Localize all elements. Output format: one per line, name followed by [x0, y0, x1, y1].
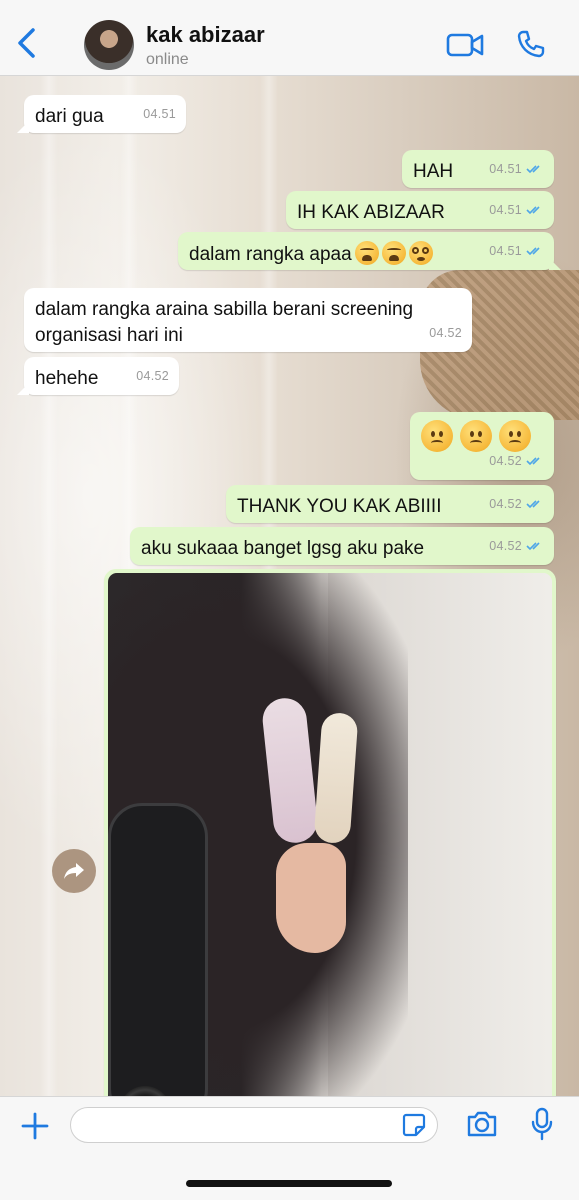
wallpaper-curtain-fold: [40, 76, 58, 1096]
camera-icon[interactable]: [466, 1109, 498, 1139]
message-time: 04.52: [489, 539, 522, 553]
message-bubble-outgoing[interactable]: THANK YOU KAK ABIIII 04.52: [226, 485, 554, 523]
message-meta: 04.51: [143, 101, 176, 127]
message-meta: 04.52: [429, 320, 462, 346]
slightly-frowning-face-emoji-icon: [460, 420, 492, 452]
message-time: 04.52: [489, 454, 522, 468]
avatar[interactable]: [84, 20, 134, 70]
message-meta: 04.51: [489, 197, 544, 223]
read-ticks-icon: [526, 165, 540, 174]
message-time: 04.52: [429, 326, 462, 340]
message-time: 04.51: [489, 244, 522, 258]
message-bubble-outgoing[interactable]: aku sukaaa banget lgsg aku pake 04.52: [130, 527, 554, 565]
message-meta: 04.51: [489, 238, 544, 264]
weary-face-emoji-icon: [354, 241, 379, 265]
message-text: hehehe: [35, 368, 99, 389]
message-meta: 04.52: [136, 363, 169, 389]
message-text-line: dalam rangka araina sabilla berani scree…: [35, 299, 414, 320]
back-chevron-icon[interactable]: [14, 26, 40, 60]
message-meta: 04.52: [489, 448, 544, 474]
read-ticks-icon: [526, 206, 540, 215]
message-time: 04.52: [489, 497, 522, 511]
message-meta: 04.52: [489, 491, 544, 517]
message-time: 04.51: [489, 203, 522, 217]
message-time: 04.52: [136, 369, 169, 383]
message-bubble-outgoing[interactable]: HAH 04.51: [402, 150, 554, 188]
message-input[interactable]: [70, 1107, 438, 1143]
photo-image[interactable]: [108, 573, 552, 1105]
message-meta: 04.52: [489, 533, 544, 559]
message-bubble-outgoing[interactable]: 04.52: [410, 412, 554, 480]
message-meta: 04.51: [489, 156, 544, 182]
read-ticks-icon: [526, 500, 540, 509]
photo-message[interactable]: [104, 569, 556, 1109]
phone-case: [108, 803, 208, 1105]
message-text: IH KAK ABIZAAR: [297, 202, 445, 223]
read-ticks-icon: [526, 457, 540, 466]
message-text: dari gua: [35, 106, 104, 127]
message-bubble-incoming[interactable]: hehehe 04.52: [17, 357, 179, 395]
weary-face-emoji-icon: [381, 241, 406, 265]
message-time: 04.51: [489, 162, 522, 176]
forward-button[interactable]: [52, 849, 96, 893]
message-bubble-outgoing[interactable]: dalam rangka apaa 04.51: [178, 232, 561, 270]
message-text: dalam rangka apaa: [189, 244, 352, 265]
plus-icon[interactable]: [20, 1111, 50, 1141]
home-indicator[interactable]: [186, 1180, 392, 1187]
message-bubble-incoming[interactable]: dari gua 04.51: [17, 95, 186, 133]
contact-name[interactable]: kak abizaar: [146, 22, 265, 48]
microphone-icon[interactable]: [530, 1107, 554, 1141]
slightly-frowning-face-emoji-icon: [421, 420, 453, 452]
read-ticks-icon: [526, 247, 540, 256]
message-text: HAH: [413, 161, 454, 182]
message-bubble-incoming[interactable]: dalam rangka araina sabilla berani scree…: [24, 288, 472, 352]
phone-call-icon[interactable]: [516, 29, 546, 59]
message-text: aku sukaaa banget lgsg aku pake: [141, 538, 425, 559]
chat-header: kak abizaar online: [0, 0, 579, 76]
dizzy-face-emoji-icon: [408, 241, 433, 265]
message-text-line: organisasi hari ini: [35, 325, 183, 346]
forward-arrow-icon: [64, 863, 84, 879]
read-ticks-icon: [526, 542, 540, 551]
message-bubble-outgoing[interactable]: IH KAK ABIZAAR 04.51: [286, 191, 554, 229]
contact-status: online: [146, 51, 189, 68]
video-call-icon[interactable]: [446, 31, 484, 59]
message-time: 04.51: [143, 107, 176, 121]
message-text: THANK YOU KAK ABIIII: [237, 496, 442, 517]
sticker-icon[interactable]: [402, 1113, 426, 1137]
